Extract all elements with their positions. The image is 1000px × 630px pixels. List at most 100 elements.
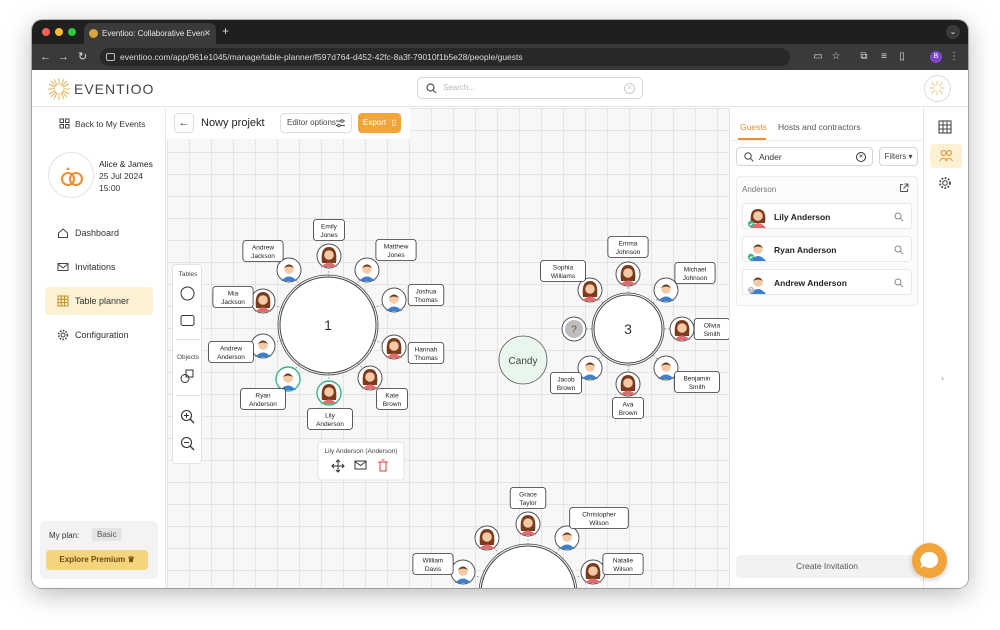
seat[interactable]: GraceTaylor (509, 487, 547, 537)
event-avatar[interactable] (48, 152, 94, 198)
shapes-tool-icon[interactable] (179, 368, 196, 385)
seat-name-text: Anderson (316, 421, 344, 428)
gear-icon[interactable] (936, 174, 954, 192)
tab-hosts-contractors[interactable]: Hosts and contractors (778, 122, 861, 132)
nav-table-planner[interactable]: Table planner (45, 287, 153, 315)
seat-name-text: Jackson (221, 299, 245, 306)
bookmark-star-icon[interactable]: ☆ (830, 51, 842, 63)
seat[interactable]: HannahThomas (381, 334, 445, 364)
guest-avatar-icon: ? (747, 277, 766, 294)
table-shape[interactable] (480, 545, 576, 588)
seat[interactable]: KateBrown (357, 365, 408, 410)
new-tab-button[interactable]: + (222, 24, 229, 38)
back-arrow-button[interactable]: ← (174, 113, 194, 133)
candy-object[interactable]: Candy (498, 335, 548, 385)
zoom-in-icon[interactable] (179, 408, 196, 425)
media-controls-icon[interactable]: ≡ (878, 51, 890, 63)
forward-nav-icon[interactable]: → (58, 50, 69, 64)
guest-card[interactable]: ? Andrew Anderson (742, 269, 912, 295)
nav-dashboard[interactable]: Dashboard (45, 219, 153, 247)
search-placeholder: Search... (443, 83, 476, 92)
address-bar[interactable]: eventioo.com/app/961e1045/manage/table-p… (100, 48, 790, 66)
explore-premium-button[interactable]: Explore Premium ♛ (46, 550, 148, 570)
seat[interactable]: EmilyJones (313, 219, 345, 269)
seat-name-text: Johnson (616, 249, 641, 256)
back-nav-icon[interactable]: ← (40, 50, 51, 64)
table-3[interactable]: 3EmmaJohnsonMichaelJohnsonOliviaSmithBen… (540, 236, 729, 419)
locate-guest-icon[interactable] (894, 278, 904, 288)
editor-options-button[interactable]: Editor options (280, 113, 352, 133)
round-table-tool-icon[interactable] (179, 285, 196, 302)
profile-avatar[interactable]: B (930, 51, 942, 63)
tab-search-button[interactable]: ⌄ (946, 25, 960, 39)
guest-card[interactable]: Ryan Anderson (742, 236, 912, 262)
seat[interactable]: MiaJackson (212, 286, 276, 314)
rect-table-tool-icon[interactable] (179, 312, 196, 329)
seat[interactable]: EmmaJohnson (607, 236, 649, 287)
browser-tab-active[interactable]: Eventioo: Collaborative Even ✕ (84, 23, 216, 44)
seat-name-text: Brown (383, 401, 402, 408)
clear-search-icon[interactable]: ✕ (624, 83, 635, 94)
locate-guest-icon[interactable] (894, 212, 904, 222)
clear-guest-search-icon[interactable]: ✕ (856, 152, 866, 162)
seat[interactable]: SophiaWilliams (540, 260, 603, 303)
browser-menu-icon[interactable]: ⋮ (948, 51, 960, 63)
guest-avatar-icon (747, 244, 766, 261)
table-2[interactable]: 2GraceTaylorChristopherWilsonNatalieWils… (412, 487, 644, 589)
table-planner-canvas[interactable]: 1 Emily Jones Matthew Jones Joshua Thomas Hanna… (167, 108, 729, 588)
extensions-icon[interactable]: ⧉ (858, 51, 870, 63)
seat[interactable] (474, 525, 500, 551)
seat-name-text: Wilson (613, 566, 633, 573)
back-to-events-link[interactable]: Back to My Events (59, 118, 145, 129)
face-shape (389, 341, 399, 351)
side-panel-icon[interactable]: ▯ (896, 51, 908, 63)
seat[interactable]: NatalieWilson (580, 553, 644, 585)
seat-name-text: Emily (321, 224, 338, 231)
close-tab-icon[interactable]: ✕ (203, 23, 211, 44)
reload-icon[interactable]: ↻ (78, 50, 87, 64)
seat[interactable]: ChristopherWilson (554, 507, 629, 551)
seat[interactable]: MichaelJohnson (653, 262, 716, 303)
seat[interactable]: OliviaSmith (669, 316, 729, 342)
global-search-input[interactable]: Search... ✕ (417, 77, 643, 99)
close-window-button[interactable] (42, 28, 50, 36)
site-info-icon[interactable] (106, 53, 115, 61)
guest-card[interactable]: Lily Anderson (742, 203, 912, 229)
collapse-panel-icon[interactable]: › (941, 373, 944, 383)
browser-tab-title: Eventioo: Collaborative Even (102, 29, 205, 38)
seat[interactable]: AvaBrown (612, 371, 644, 419)
table-grid-icon[interactable] (936, 118, 954, 136)
url-text: eventioo.com/app/961e1045/manage/table-p… (120, 52, 523, 62)
zoom-out-icon[interactable] (179, 435, 196, 452)
seat[interactable]: BenjaminSmith (653, 355, 720, 393)
filters-button[interactable]: Filters ▾ (879, 147, 918, 166)
locate-guest-icon[interactable] (894, 245, 904, 255)
export-button[interactable]: Export ▯ (358, 113, 401, 133)
nav-configuration[interactable]: Configuration (45, 321, 153, 349)
seat[interactable]: AndrewAnderson (208, 333, 276, 363)
tab-guests[interactable]: Guests (740, 122, 767, 132)
seating-stage[interactable]: 1EmilyJonesMatthewJonesJoshuaThomasHanna… (167, 108, 729, 588)
eventioo-logo-icon[interactable] (46, 76, 72, 102)
seat-name-text: Grace (519, 492, 537, 499)
maximize-window-button[interactable] (68, 28, 76, 36)
external-link-icon[interactable] (899, 183, 909, 193)
seat[interactable]: AndrewJackson (242, 240, 302, 283)
seat[interactable]: ? (561, 316, 587, 342)
seat[interactable]: RyanAnderson (240, 366, 301, 410)
seat[interactable]: JacobBrown (550, 355, 603, 394)
nav-invitations[interactable]: Invitations (45, 253, 153, 281)
tools-panel: Tables Objects (172, 264, 202, 464)
guest-search-input[interactable]: Ander ✕ (736, 147, 873, 166)
seat[interactable]: MatthewJones (354, 239, 417, 283)
seat[interactable]: JoshuaThomas (381, 284, 445, 313)
seat[interactable]: WilliamDavis (412, 553, 476, 585)
create-invitation-button[interactable]: Create Invitation (736, 555, 918, 578)
install-app-icon[interactable]: ▭ (812, 51, 824, 63)
people-tab-active[interactable] (930, 144, 962, 168)
minimize-window-button[interactable] (55, 28, 63, 36)
user-avatar[interactable] (924, 75, 951, 102)
seat[interactable]: LilyAnderson (307, 380, 353, 430)
chat-support-button[interactable] (912, 543, 947, 578)
table-1[interactable]: 1EmilyJonesMatthewJonesJoshuaThomasHanna… (208, 219, 445, 430)
